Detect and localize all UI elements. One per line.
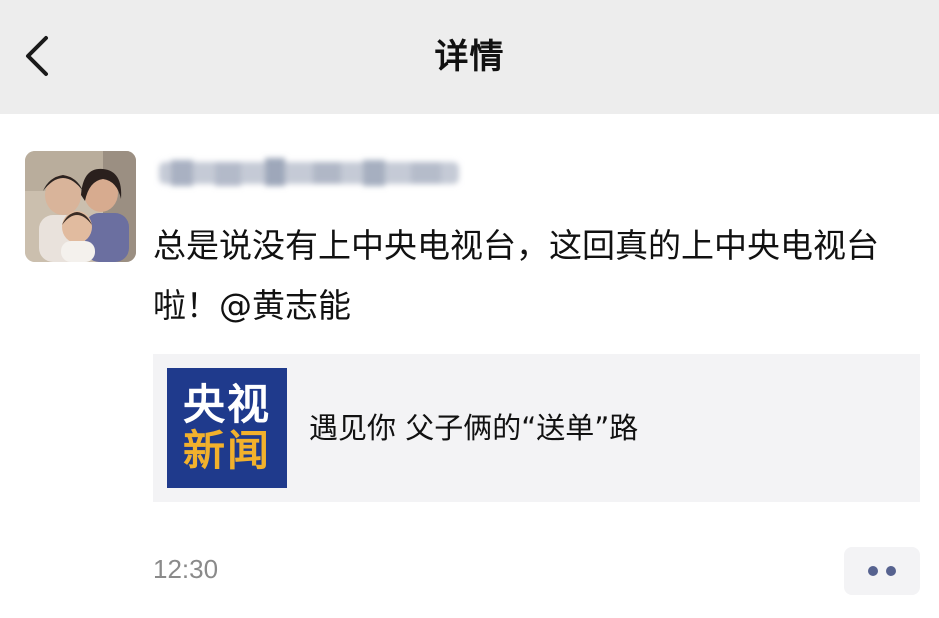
logo-text-line1: 央视: [182, 380, 271, 429]
shared-link-card[interactable]: 央视 新闻 遇见你 父子俩的“送单”路: [153, 354, 920, 502]
username-blurred[interactable]: [153, 150, 465, 196]
logo-text-line2: 新闻: [182, 426, 271, 475]
post-text: 总是说没有上中央电视台，这回真的上中央电视台啦！@黄志能: [153, 226, 879, 325]
avatar-photo: [25, 151, 136, 262]
more-dots-icon: [868, 566, 878, 576]
more-actions-button[interactable]: [844, 547, 920, 595]
avatar[interactable]: [25, 151, 136, 262]
navigation-bar: 详情: [0, 0, 939, 114]
page-title: 详情: [434, 37, 505, 77]
post-timestamp: 12:30: [153, 554, 219, 584]
cctv-news-logo: 央视 新闻: [167, 368, 287, 488]
more-dots-icon: [886, 566, 896, 576]
card-title: 遇见你 父子俩的“送单”路: [309, 411, 639, 445]
